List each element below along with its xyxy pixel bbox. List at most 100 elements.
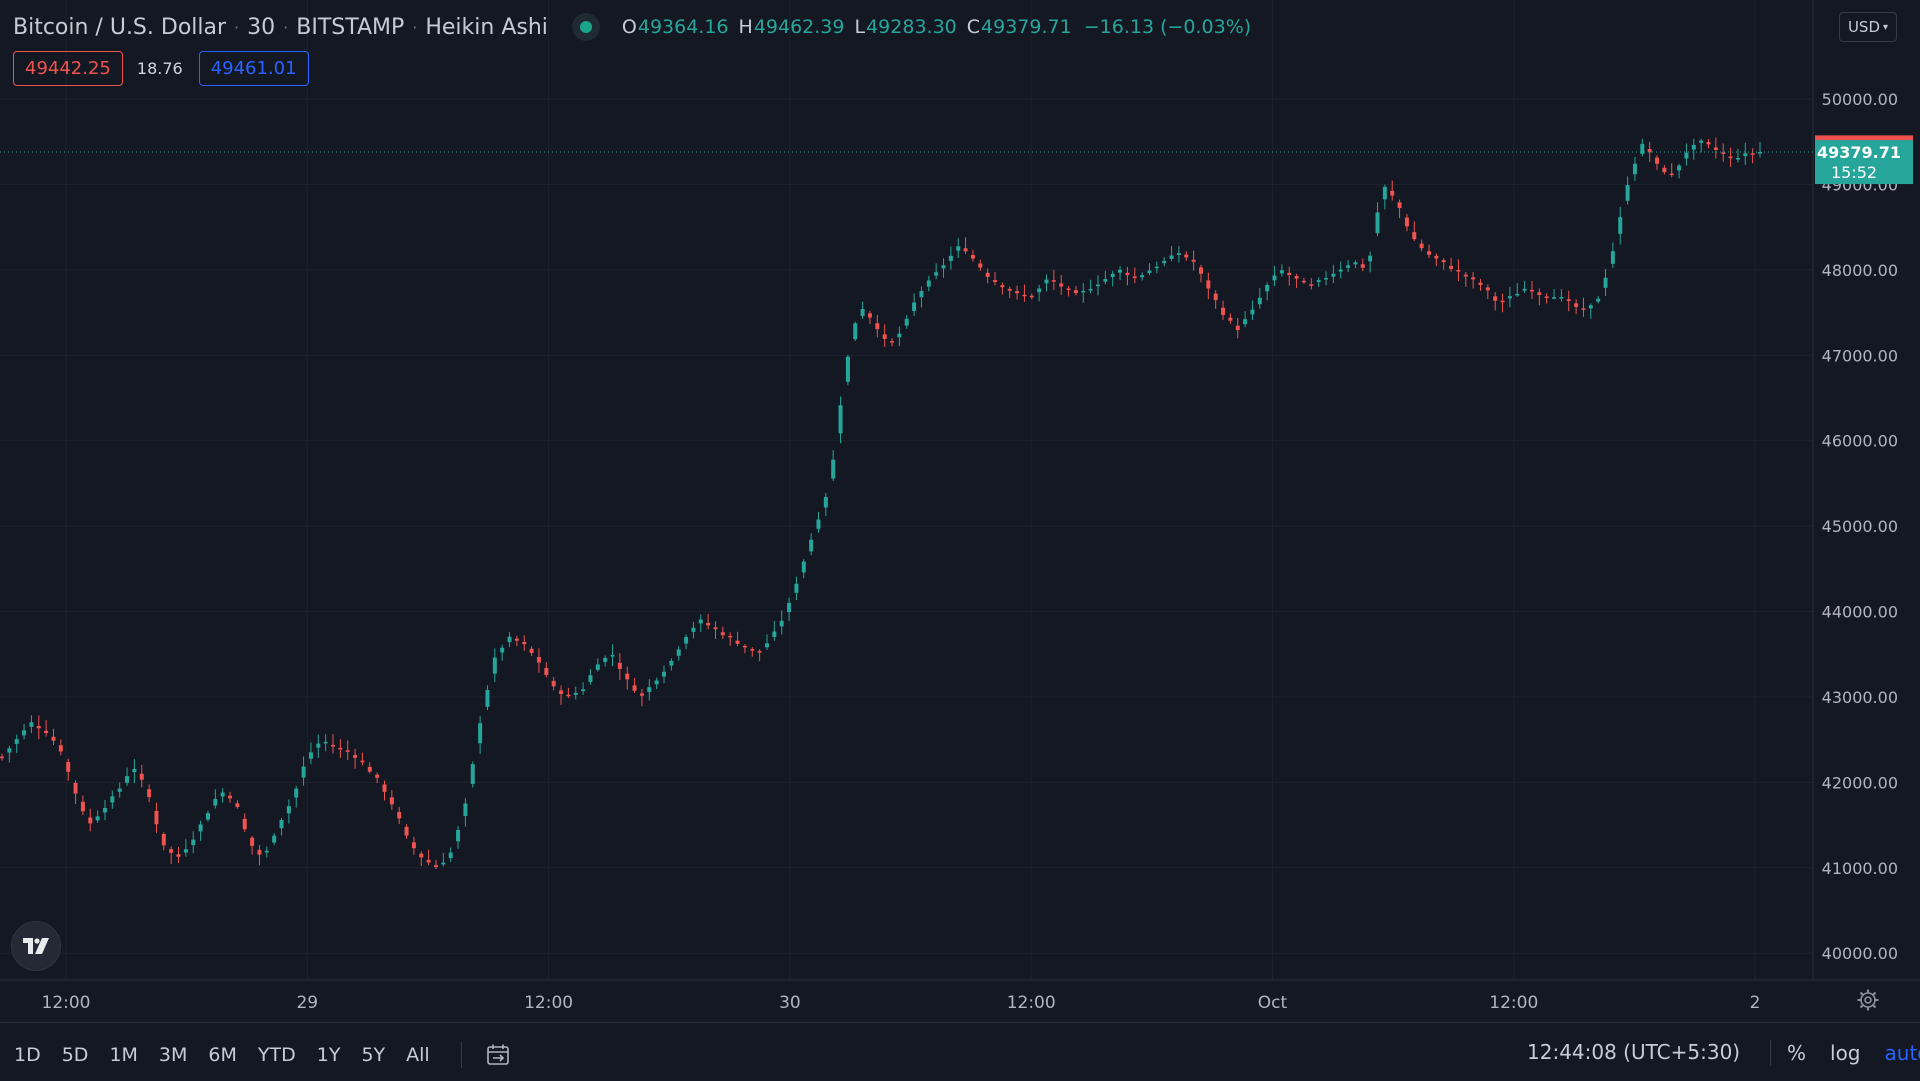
candle <box>691 622 695 639</box>
candle <box>1103 271 1107 284</box>
candle-body <box>522 642 526 644</box>
market-status-icon[interactable] <box>572 13 600 41</box>
go-to-date-icon[interactable] <box>484 1040 514 1070</box>
candle-body <box>265 851 269 853</box>
range-6m-button[interactable]: 6M <box>208 1044 236 1066</box>
candle-body <box>81 802 85 811</box>
range-1y-button[interactable]: 1Y <box>317 1044 341 1066</box>
range-1d-button[interactable]: 1D <box>14 1044 41 1066</box>
candle-body <box>1280 270 1284 273</box>
candle <box>677 646 681 660</box>
candle-body <box>618 663 622 669</box>
candle <box>382 781 386 801</box>
candle-body <box>1390 191 1394 196</box>
candle-body <box>96 816 100 820</box>
change-value: −16.13 (−0.03%) <box>1084 16 1251 38</box>
candle <box>405 824 409 838</box>
candle <box>66 759 70 781</box>
candle-body <box>177 854 181 857</box>
buy-button[interactable]: 49461.01 <box>199 51 309 86</box>
candle <box>1486 284 1490 299</box>
log-scale-button[interactable]: log <box>1830 1041 1861 1065</box>
candle <box>684 634 688 649</box>
high-label: H <box>739 16 753 38</box>
candle-body <box>699 620 703 624</box>
range-all-button[interactable]: All <box>406 1044 430 1066</box>
candle <box>765 634 769 649</box>
candles <box>0 138 1762 869</box>
chart-style[interactable]: Heikin Ashi <box>425 15 548 40</box>
candle <box>743 644 747 653</box>
candle-body <box>831 460 835 479</box>
candle <box>1000 283 1004 295</box>
bottom-toolbar: 1D 5D 1M 3M 6M YTD 1Y 5Y All 12:44:08 (U… <box>0 1022 1920 1081</box>
percent-scale-button[interactable]: % <box>1787 1041 1806 1065</box>
interval[interactable]: 30 <box>247 15 275 40</box>
timezone-clock[interactable]: 12:44:08 (UTC+5:30) <box>1527 1040 1740 1064</box>
currency-label: USD <box>1848 18 1880 36</box>
candle <box>588 669 592 685</box>
candle-body <box>809 540 813 552</box>
gear-icon[interactable] <box>1854 986 1882 1014</box>
candle <box>964 237 968 254</box>
candle-body <box>1008 289 1012 291</box>
candle <box>1192 250 1196 270</box>
candle-body <box>316 744 320 748</box>
candle <box>221 788 225 803</box>
range-3m-button[interactable]: 3M <box>159 1044 187 1066</box>
candle <box>368 762 372 773</box>
candle-body <box>294 789 298 798</box>
candle-body <box>1559 297 1563 299</box>
candle <box>508 632 512 647</box>
candle-body <box>875 323 879 329</box>
candle-body <box>1258 298 1262 305</box>
candle <box>1331 265 1335 283</box>
candle-body <box>1751 153 1755 155</box>
range-1m-button[interactable]: 1M <box>109 1044 137 1066</box>
candle-body <box>537 657 541 662</box>
range-5d-button[interactable]: 5D <box>62 1044 89 1066</box>
candle <box>1081 283 1085 303</box>
candle-body <box>88 818 92 824</box>
candle-body <box>29 722 33 727</box>
candle <box>780 611 784 635</box>
range-5y-button[interactable]: 5Y <box>361 1044 385 1066</box>
candle-body <box>736 641 740 644</box>
candle-body <box>1508 296 1512 298</box>
symbol-name[interactable]: Bitcoin / U.S. Dollar <box>13 15 226 40</box>
candle <box>1699 139 1703 153</box>
candle <box>147 784 151 802</box>
candle <box>794 577 798 600</box>
candle-body <box>986 273 990 277</box>
candle-body <box>51 737 55 741</box>
candle <box>1228 313 1232 324</box>
candle-body <box>22 730 26 735</box>
candle-body <box>1309 284 1313 286</box>
candle <box>1317 278 1321 287</box>
auto-scale-button[interactable]: auto <box>1885 1041 1920 1065</box>
candle <box>1552 289 1556 299</box>
candle <box>213 789 217 808</box>
low-label: L <box>855 16 866 38</box>
candle-body <box>66 762 70 772</box>
currency-selector[interactable]: USD ▾ <box>1839 12 1897 42</box>
candle <box>287 799 291 823</box>
y-tick-label: 45000.00 <box>1822 517 1898 536</box>
candle <box>449 848 453 862</box>
tradingview-logo-icon[interactable] <box>12 922 60 970</box>
candle <box>890 338 894 346</box>
candle-body <box>1398 202 1402 208</box>
candle-body <box>603 658 607 662</box>
range-ytd-button[interactable]: YTD <box>258 1044 296 1066</box>
close-value: 49379.71 <box>981 16 1072 38</box>
candle-body <box>1618 217 1622 234</box>
price-chart[interactable]: 50000.0049000.0048000.0047000.0046000.00… <box>0 0 1920 1022</box>
candle <box>544 662 548 677</box>
candle <box>1677 164 1681 179</box>
candle-body <box>353 755 357 758</box>
candle <box>44 720 48 736</box>
x-tick-label: 12:00 <box>1489 993 1538 1013</box>
candle <box>1662 165 1666 174</box>
chart-area[interactable]: 50000.0049000.0048000.0047000.0046000.00… <box>0 0 1920 1080</box>
sell-button[interactable]: 49442.25 <box>13 51 123 86</box>
